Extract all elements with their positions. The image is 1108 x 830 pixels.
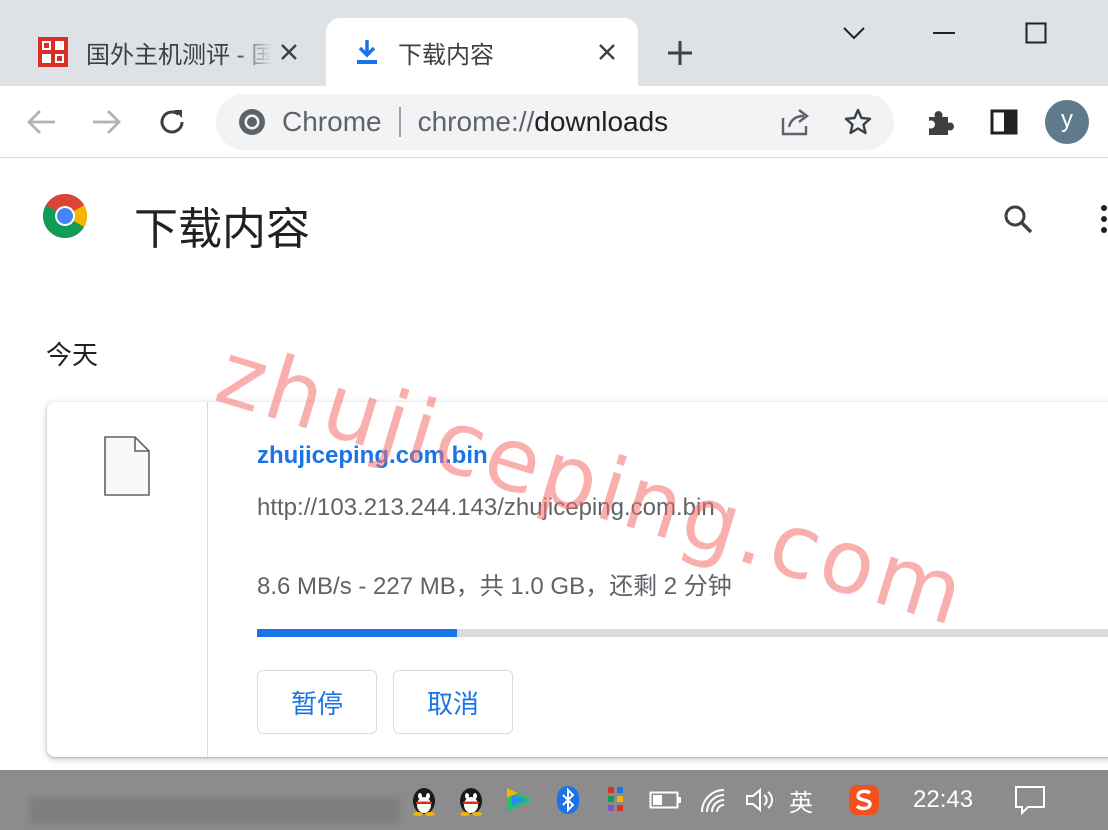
tab-title: 下载内容	[398, 41, 494, 69]
file-icon-column	[47, 402, 208, 757]
qq-icon[interactable]	[406, 782, 442, 818]
tab-title: 国外主机测评 - 国外VPS，	[86, 41, 272, 69]
source-url[interactable]: http://103.213.244.143/zhujiceping.com.b…	[257, 494, 715, 522]
puzzle-icon	[929, 111, 954, 135]
more-menu-button[interactable]	[1094, 199, 1108, 239]
bluetooth-icon[interactable]	[550, 782, 586, 818]
bookmark-button[interactable]	[838, 104, 878, 140]
progress-bar	[257, 629, 1108, 637]
share-button[interactable]	[776, 104, 816, 140]
chevron-down-icon	[843, 27, 865, 40]
search-button[interactable]	[996, 197, 1040, 241]
address-bar[interactable]: Chrome chrome://downloads	[216, 94, 894, 150]
chrome-logo-icon	[42, 193, 88, 239]
notification-icon[interactable]	[1012, 782, 1048, 818]
side-panel-button[interactable]	[982, 100, 1026, 144]
star-icon	[844, 108, 872, 135]
qq-icon[interactable]	[453, 782, 489, 818]
downloads-page: 下载内容 今天 zhujiceping.com.bin http://103.2…	[0, 159, 1108, 770]
file-icon	[104, 436, 150, 496]
reload-button[interactable]	[150, 100, 194, 144]
omnibox-divider	[398, 107, 401, 137]
clock[interactable]: 22:43	[913, 782, 973, 818]
maximize-button[interactable]	[1006, 10, 1066, 56]
tab-search-button[interactable]	[824, 10, 884, 56]
seal-favicon-icon	[36, 35, 70, 69]
volume-icon[interactable]	[742, 782, 778, 818]
arrow-left-icon	[27, 110, 55, 134]
pause-button[interactable]: 暂停	[257, 670, 377, 734]
url-text: chrome://downloads	[418, 106, 669, 138]
close-icon[interactable]	[590, 35, 624, 69]
video-player-icon[interactable]	[502, 782, 538, 818]
extensions-button[interactable]	[918, 100, 962, 144]
taskbar: 英 22:43	[0, 770, 1108, 830]
minimize-icon	[933, 32, 955, 34]
tab-strip: 国外主机测评 - 国外VPS， 下载内容	[0, 0, 1108, 86]
download-item-card: zhujiceping.com.bin http://103.213.244.1…	[47, 402, 1108, 757]
minimize-button[interactable]	[914, 10, 974, 56]
url-path: downloads	[534, 106, 669, 137]
site-chip: Chrome	[282, 106, 382, 137]
taskbar-blurred-region	[30, 798, 400, 824]
chrome-icon	[236, 106, 268, 138]
battery-icon[interactable]	[648, 782, 684, 818]
side-panel-icon	[990, 109, 1018, 135]
search-icon	[1004, 205, 1033, 234]
download-icon	[350, 35, 384, 69]
reload-icon	[160, 110, 184, 134]
more-vert-icon	[1101, 205, 1107, 211]
forward-button[interactable]	[84, 100, 128, 144]
cancel-button[interactable]: 取消	[393, 670, 513, 734]
download-status: 8.6 MB/s - 227 MB，共 1.0 GB，还剩 2 分钟	[257, 573, 732, 600]
arrow-right-icon	[93, 110, 121, 134]
page-title: 下载内容	[134, 205, 310, 254]
close-icon[interactable]	[272, 35, 306, 69]
progress-fill	[257, 629, 457, 637]
sogou-input-icon[interactable]	[846, 782, 882, 818]
back-button[interactable]	[20, 100, 64, 144]
share-icon	[781, 109, 809, 136]
file-name-link[interactable]: zhujiceping.com.bin	[257, 442, 488, 470]
toolbar: Chrome chrome://downloads y	[0, 86, 1108, 158]
wifi-icon[interactable]	[696, 782, 732, 818]
ime-indicator[interactable]: 英	[789, 782, 813, 818]
tab-downloads[interactable]: 下载内容	[326, 18, 638, 86]
app-grid-icon[interactable]	[598, 782, 634, 818]
date-header: 今天	[46, 340, 99, 370]
url-scheme: chrome://	[417, 106, 535, 137]
new-tab-button[interactable]	[658, 34, 702, 72]
plus-icon	[668, 41, 692, 65]
profile-avatar[interactable]: y	[1045, 100, 1089, 144]
maximize-icon	[1025, 22, 1047, 44]
tab-zhujiceping[interactable]: 国外主机测评 - 国外VPS，	[20, 18, 320, 86]
